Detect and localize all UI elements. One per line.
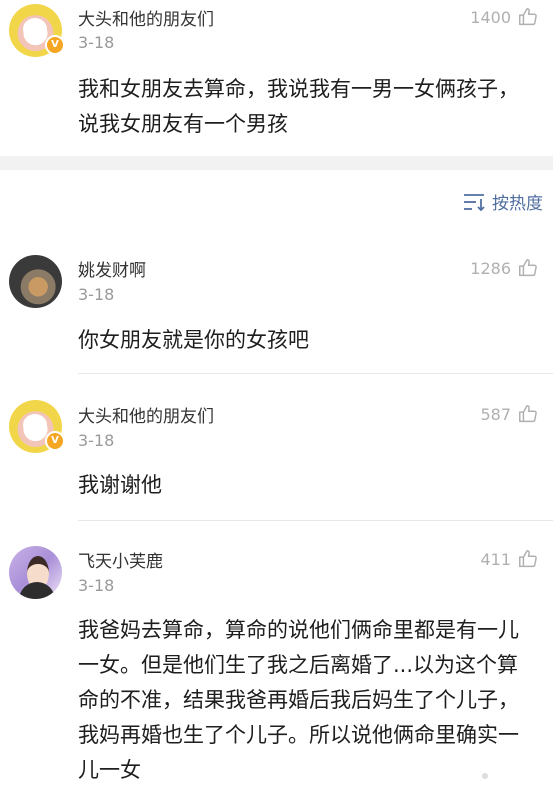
post-text: 我和女朋友去算命，我说我有一男一女俩孩子，说我女朋友有一个男孩 [78, 77, 519, 136]
like-button[interactable]: 1400 [470, 6, 539, 28]
sort-label: 按热度 [492, 194, 543, 214]
comment-text: 你女朋友就是你的女孩吧 [78, 328, 309, 352]
comment-divider [78, 373, 553, 374]
watermark-logo-icon [475, 762, 496, 779]
thumbs-up-icon [519, 259, 537, 277]
thumbs-up-icon [519, 8, 537, 26]
like-button[interactable]: 411 [480, 548, 539, 570]
like-count: 1400 [470, 7, 511, 27]
comment-item: 姚发财啊 3-18 1286 你女朋友就是你的女孩吧 [0, 250, 553, 375]
avatar[interactable] [9, 255, 62, 308]
like-button[interactable]: 587 [480, 403, 539, 425]
username[interactable]: 大头和他的朋友们 [78, 402, 214, 427]
verified-badge-icon: V [45, 35, 65, 55]
sort-button[interactable]: 按热度 [462, 189, 543, 214]
comment-item: 飞天小芙鹿 3-18 411 我爸妈去算命，算命的说他们俩命里都是有一儿一女。但… [0, 540, 553, 790]
thumbs-up-icon [519, 550, 537, 568]
like-count: 587 [480, 404, 511, 424]
section-divider [0, 156, 553, 170]
comment-text: 我谢谢他 [78, 473, 162, 497]
avatar-face [23, 414, 47, 436]
timestamp: 3-18 [78, 33, 115, 52]
comment-item: V 大头和他的朋友们 3-18 587 我谢谢他 [0, 395, 553, 520]
timestamp: 3-18 [78, 431, 115, 450]
like-count: 411 [480, 549, 511, 569]
original-post: V 大头和他的朋友们 3-18 1400 我和女朋友去算命，我说我有一男一女俩孩… [0, 0, 553, 156]
thumbs-up-icon [519, 405, 537, 423]
avatar[interactable] [9, 546, 62, 599]
sort-icon [464, 193, 485, 211]
avatar-face [23, 18, 47, 40]
timestamp: 3-18 [78, 576, 115, 595]
username[interactable]: 姚发财啊 [78, 256, 146, 281]
username[interactable]: 飞天小芙鹿 [78, 547, 163, 572]
avatar-body [19, 582, 55, 599]
username[interactable]: 大头和他的朋友们 [78, 5, 214, 30]
like-count: 1286 [470, 258, 511, 278]
comment-text: 我爸妈去算命，算命的说他们俩命里都是有一儿一女。但是他们生了我之后离婚了...以… [78, 618, 519, 782]
verified-badge-icon: V [45, 431, 65, 451]
like-button[interactable]: 1286 [470, 257, 539, 279]
timestamp: 3-18 [78, 285, 115, 304]
comment-divider [78, 520, 553, 521]
